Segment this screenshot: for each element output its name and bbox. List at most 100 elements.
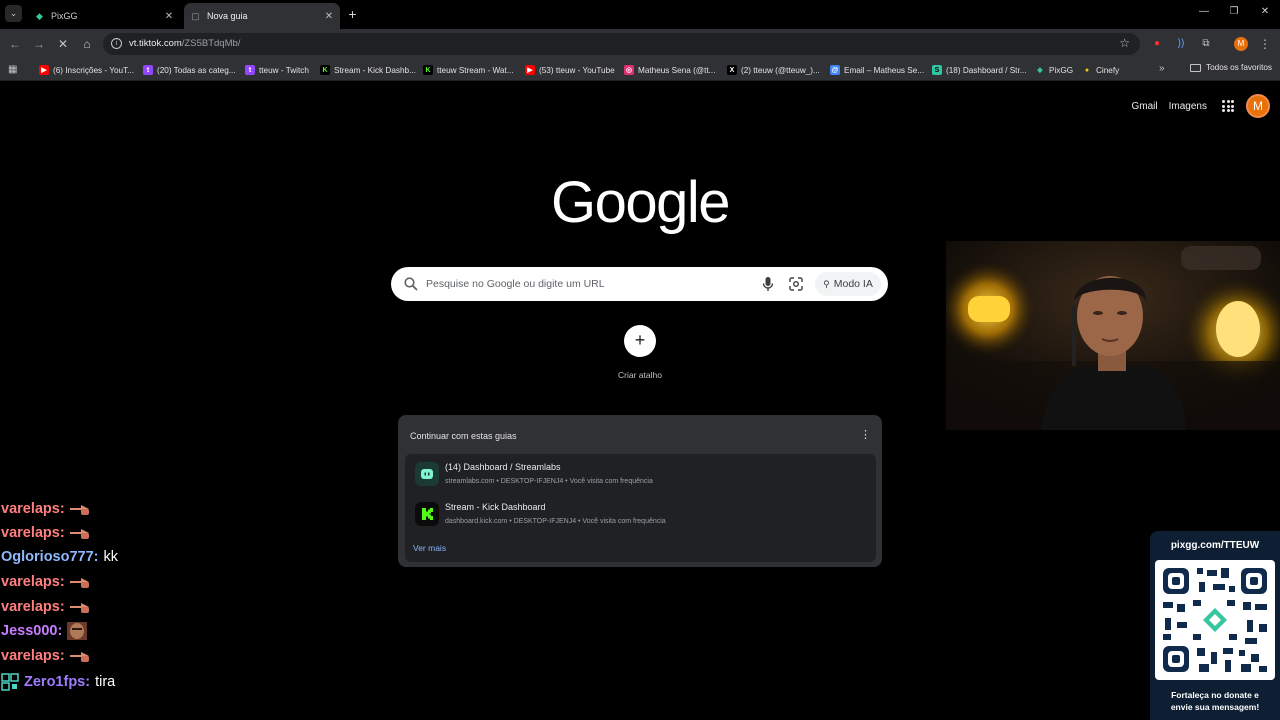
bookmark-item[interactable]: ▶ (53) tteuw - YouTube <box>525 63 615 77</box>
microphone-icon[interactable] <box>762 276 774 292</box>
search-input[interactable]: Pesquise no Google ou digite um URL <box>426 278 605 290</box>
list-item[interactable]: (14) Dashboard / Streamlabs streamlabs.c… <box>405 456 876 492</box>
chat-username: varelaps: <box>1 525 65 541</box>
bookmark-item[interactable]: ● Cinefy <box>1082 63 1119 77</box>
back-icon[interactable]: ← <box>7 36 23 52</box>
tab-strip: ⌄ ◆ PixGG ✕ ▢ Nova guia ✕ + — ❐ ✕ <box>0 0 1280 29</box>
bookmark-label: (6) Inscrições - YouT... <box>53 65 134 75</box>
profile-avatar-icon[interactable]: M <box>1234 37 1248 51</box>
minimize-icon[interactable]: — <box>1195 6 1213 17</box>
chat-username: varelaps: <box>1 599 65 615</box>
site-info-icon[interactable]: i <box>111 38 122 49</box>
chat-message: Jess000: <box>1 620 88 642</box>
home-icon[interactable]: ⌂ <box>79 36 95 52</box>
close-tab-icon[interactable]: ✕ <box>162 11 176 22</box>
bookmark-item[interactable]: ◆ PixGG <box>1035 63 1073 77</box>
twitch-icon: t <box>245 65 255 75</box>
bookmark-item[interactable]: @ Email – Matheus Se... <box>830 63 924 77</box>
chat-username: varelaps: <box>1 501 65 517</box>
pixgg-donation-panel: pixgg.com/TTEUW Fortaleça no donate e en… <box>1150 531 1280 720</box>
more-bookmarks-icon[interactable]: » <box>1159 63 1165 74</box>
ai-mode-button[interactable]: ⚲ Modo IA <box>815 272 881 296</box>
bookmark-item[interactable]: t (20) Todas as categ... <box>143 63 236 77</box>
bookmark-label: Stream - Kick Dashb... <box>334 65 416 75</box>
chat-username: Jess000: <box>1 623 63 639</box>
bookmark-star-icon[interactable]: ☆ <box>1119 36 1130 50</box>
extension-audio-icon[interactable]: )) <box>1174 37 1188 51</box>
chat-username: varelaps: <box>1 648 65 664</box>
tab-search-button[interactable]: ⌄ <box>5 5 22 22</box>
pixgg-message: Fortaleça no donate e envie sua mensagem… <box>1150 689 1280 713</box>
ai-search-icon: ⚲ <box>823 278 830 289</box>
pointing-hand-emote-icon <box>69 603 89 613</box>
bookmark-item[interactable]: ▶ (6) Inscrições - YouT... <box>39 63 134 77</box>
chat-message: varelaps: <box>1 498 91 520</box>
bookmark-item[interactable]: K tteuw Stream - Wat... <box>423 63 514 77</box>
bookmark-item[interactable]: S (18) Dashboard / Str... <box>932 63 1027 77</box>
kick-icon: K <box>320 65 330 75</box>
stop-loading-icon[interactable]: ✕ <box>55 36 71 52</box>
card-list: (14) Dashboard / Streamlabs streamlabs.c… <box>405 454 876 562</box>
google-apps-icon[interactable] <box>1222 100 1234 112</box>
bookmark-label: Matheus Sena (@tt... <box>638 65 716 75</box>
add-shortcut-label: Criar atalho <box>618 370 662 380</box>
bookmark-item[interactable]: X (2) tteuw (@tteuw_)... <box>727 63 820 77</box>
twitch-icon: t <box>143 65 153 75</box>
pointing-hand-emote-icon <box>69 652 89 662</box>
pixgg-message-line: Fortaleça no donate e <box>1171 690 1259 700</box>
restore-icon[interactable]: ❐ <box>1225 6 1243 17</box>
new-tab-page: Gmail Imagens M Google Pesquise no Googl… <box>0 82 1280 720</box>
new-tab-button[interactable]: + <box>344 6 361 23</box>
pixgg-message-line: envie sua mensagem! <box>1170 702 1260 712</box>
url-path: /ZS5BTdqMb/ <box>181 38 241 49</box>
pixgg-favicon-icon: ◆ <box>36 10 43 21</box>
see-more-link[interactable]: Ver mais <box>413 543 446 553</box>
youtube-icon: ▶ <box>39 65 49 75</box>
chat-username: Oglorioso777: <box>1 549 99 565</box>
images-link[interactable]: Imagens <box>1169 101 1207 112</box>
bookmark-item[interactable]: ◎ Matheus Sena (@tt... <box>624 63 716 77</box>
card-title: Continuar com estas guias <box>410 431 517 441</box>
bookmark-label: tteuw Stream - Wat... <box>437 65 514 75</box>
google-search-box[interactable]: Pesquise no Google ou digite um URL ⚲ Mo… <box>391 267 888 301</box>
webcam-overlay <box>946 241 1280 430</box>
bookmark-label: tteuw - Twitch <box>259 65 309 75</box>
account-avatar[interactable]: M <box>1246 94 1270 118</box>
bookmark-item[interactable]: K Stream - Kick Dashb... <box>320 63 416 77</box>
card-menu-icon[interactable]: ⋮ <box>860 428 871 442</box>
pixgg-icon: ◆ <box>1037 67 1043 74</box>
bookmark-label: PixGG <box>1049 65 1074 75</box>
list-item-subtitle: dashboard.kick.com • DESKTOP-IFJENJ4 • V… <box>445 518 666 525</box>
continue-tabs-card: Continuar com estas guias ⋮ (14) Dashboa… <box>398 415 882 567</box>
google-top-links: Gmail Imagens M <box>1132 94 1280 118</box>
address-bar[interactable]: i vt.tiktok.com/ZS5BTdqMb/ ☆ <box>103 33 1140 55</box>
tab-nova-guia[interactable]: ▢ Nova guia ✕ <box>184 3 340 29</box>
bookmark-item[interactable]: t tteuw - Twitch <box>245 63 309 77</box>
browser-menu-icon[interactable]: ⋮ <box>1259 37 1271 51</box>
close-window-icon[interactable]: ✕ <box>1256 6 1274 17</box>
forward-icon[interactable]: → <box>31 36 47 52</box>
bookmark-label: (20) Todas as categ... <box>157 65 236 75</box>
chat-text: tira <box>95 674 116 690</box>
address-url[interactable]: vt.tiktok.com/ZS5BTdqMb/ <box>129 38 240 49</box>
chat-username: varelaps: <box>1 574 65 590</box>
bookmark-label: Email – Matheus Se... <box>844 65 925 75</box>
chat-message: varelaps: <box>1 596 91 618</box>
folder-icon <box>1190 63 1201 72</box>
apps-grid-icon[interactable]: ▦ <box>8 64 19 75</box>
tab-title: Nova guia <box>207 11 248 21</box>
close-tab-icon[interactable]: ✕ <box>322 11 336 22</box>
list-item[interactable]: Stream - Kick Dashboard dashboard.kick.c… <box>405 496 876 532</box>
add-shortcut-button[interactable]: + <box>624 325 656 357</box>
google-lens-icon[interactable] <box>789 277 803 291</box>
tab-pixgg[interactable]: ◆ PixGG ✕ <box>28 3 180 29</box>
extension-red-icon[interactable]: ● <box>1150 37 1164 51</box>
url-host: vt.tiktok.com <box>129 38 182 49</box>
pointing-hand-emote-icon <box>69 505 89 515</box>
bookmarks-bar: ▦ ▶ (6) Inscrições - YouT... t (20) Toda… <box>0 59 1280 81</box>
youtube-icon: ▶ <box>525 65 535 75</box>
all-bookmarks-folder[interactable]: Todos os favoritos <box>1190 63 1272 72</box>
chat-text: kk <box>103 549 119 565</box>
extensions-puzzle-icon[interactable]: ⧉ <box>1199 37 1213 51</box>
gmail-link[interactable]: Gmail <box>1132 101 1158 112</box>
